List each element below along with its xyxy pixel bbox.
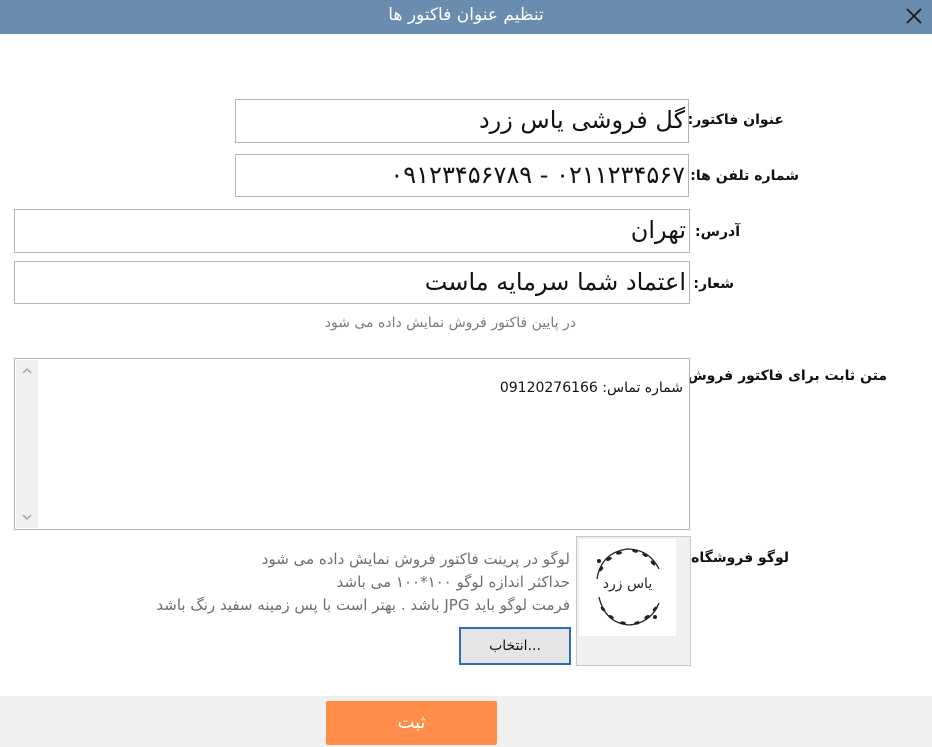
scroll-down-icon[interactable]: [21, 512, 33, 522]
title-bar: تنظیم عنوان فاکتور ها: [0, 0, 932, 34]
logo-notes: لوگو در پرینت فاکتور فروش نمایش داده می …: [156, 548, 570, 617]
textarea-scrollbar[interactable]: [16, 360, 38, 528]
phones-label: شماره تلفن ها:: [690, 168, 799, 184]
window-title: تنظیم عنوان فاکتور ها: [388, 5, 544, 25]
address-input[interactable]: تهران: [14, 209, 690, 253]
logo-note-line: فرمت لوگو باید JPG باشد . بهتر است با پس…: [156, 596, 570, 614]
fixed-text-label: متن ثابت برای فاکتور فروش:: [681, 368, 887, 384]
select-logo-button[interactable]: انتخاب...: [459, 627, 571, 665]
invoice-title-label: عنوان فاکتور:: [687, 112, 784, 128]
close-icon[interactable]: [902, 4, 926, 28]
slogan-label: شعار:: [693, 276, 734, 292]
phones-input[interactable]: ۰۲۱۱۲۳۴۵۶۷ - ۰۹۱۲۳۴۵۶۷۸۹: [235, 154, 689, 197]
scroll-up-icon[interactable]: [21, 366, 33, 376]
slogan-input[interactable]: اعتماد شما سرمایه ماست: [14, 261, 690, 304]
logo-image: یاس زرد: [579, 539, 676, 636]
fixed-text-textarea[interactable]: شماره تماس: 09120276166: [14, 358, 690, 530]
slogan-hint: در پایین فاکتور فروش نمایش داده می شود: [324, 315, 576, 331]
logo-preview: یاس زرد: [576, 536, 691, 666]
logo-note-line: لوگو در پرینت فاکتور فروش نمایش داده می …: [261, 550, 570, 568]
submit-button[interactable]: ثبت: [326, 701, 497, 745]
logo-image-text: یاس زرد: [602, 576, 653, 592]
address-label: آدرس:: [695, 224, 740, 240]
invoice-title-input[interactable]: گل فروشی یاس زرد: [235, 99, 689, 143]
logo-label: لوگو فروشگاه:: [685, 550, 789, 566]
fixed-text-content: شماره تماس: 09120276166: [499, 380, 683, 396]
logo-note-line: حداکثر اندازه لوگو ۱۰۰*۱۰۰ می باشد: [336, 573, 570, 591]
